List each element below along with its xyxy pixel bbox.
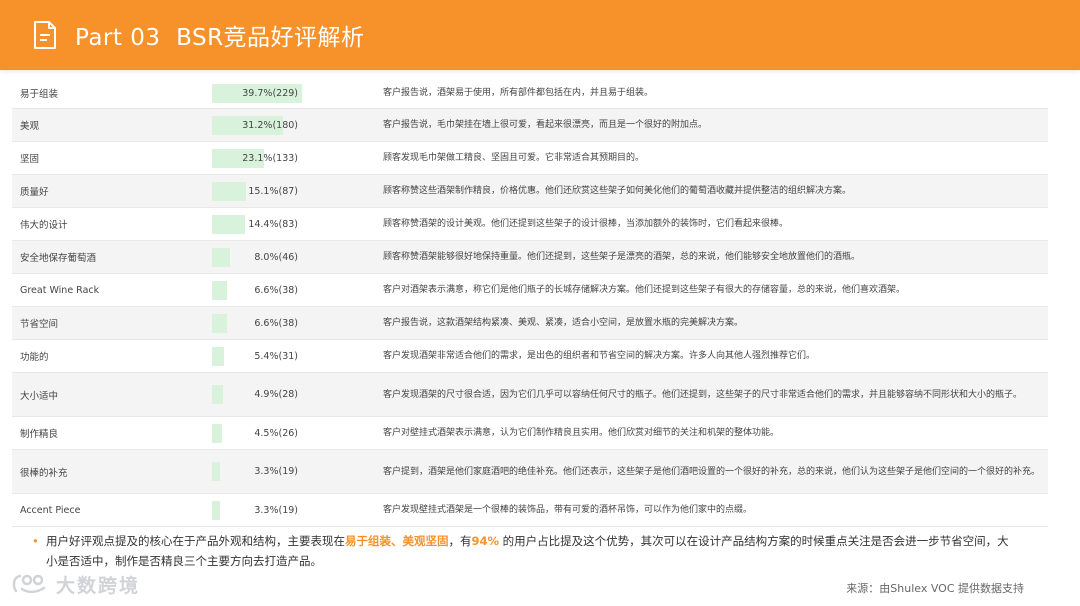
row-description: 客户发现壁挂式酒架是一个很棒的装饰品，带有可爱的酒杯吊饰，可以作为他们家中的点缀… [383, 505, 753, 515]
table-row: 美观 31.2%(180) 客户报告说，毛巾架挂在墙上很可爱，看起来很漂亮，而且是一… [12, 109, 1048, 142]
row-label: 节省空间 [20, 319, 59, 330]
row-label: 易于组装 [20, 89, 59, 100]
table-row: 坚固 23.1%(133) 顾客发现毛巾架做工精良、坚固且可爱。它非常适合其预期目的… [12, 142, 1048, 175]
page-title: Part 03 BSR竞品好评解析 [75, 25, 365, 51]
row-label: 大小适中 [20, 390, 59, 402]
table-row: 质量好 15.1%(87) 顾客称赞这些酒架制作精良，价格优惠。他们还欣赏这些架子如… [12, 175, 1048, 208]
row-description: 客户报告说，毛巾架挂在墙上很可爱，看起来很漂亮，而且是一个很好的附加点。 [383, 120, 708, 130]
header-bar: Part 03 BSR竞品好评解析 [0, 0, 1080, 70]
row-percent: 4.5%(26) [254, 427, 298, 439]
row-description: 客户报告说，酒架易于使用，所有部件都包括在内，并且易于组装。 [383, 88, 654, 98]
row-percent: 23.1%(133) [242, 152, 298, 164]
summary-text: 用户好评观点提及的核心在于产品外观和结构，主要表现在易于组装、美观坚固，有94%… [28, 531, 1018, 571]
table-row: 节省空间 6.6%(38) 客户报告说，这款酒架结构紧凑、美观、紧凑，适合小空间，是… [12, 307, 1048, 340]
row-label: 伟大的设计 [20, 220, 68, 231]
review-table: 易于组装 39.7%(229) 客户报告说，酒架易于使用，所有部件都包括在内，并且易… [12, 78, 1048, 527]
row-label: 安全地保存葡萄酒 [20, 253, 97, 264]
row-percent: 15.1%(87) [248, 185, 298, 197]
table-row: 功能的 5.4%(31) 客户发现酒架非常适合他们的需求，是出色的组织者和节省空间的… [12, 340, 1048, 373]
table-row: 安全地保存葡萄酒 8.0%(46) 顾客称赞酒架能够很好地保持重量。他们还提到，这些… [12, 241, 1048, 274]
brand-logo-text: 大数跨境 [56, 574, 141, 597]
row-percent: 4.9%(28) [254, 389, 298, 400]
row-percent: 39.7%(229) [242, 87, 298, 99]
table-row: 很棒的补充 3.3%(19) 客户提到，酒架是他们家庭酒吧的绝佳补充。他们还表示，这… [12, 450, 1048, 494]
summary-highlight-percent: 94% [471, 534, 500, 548]
summary-part2: ，有 [448, 534, 472, 548]
row-description: 客户对壁挂式酒架表示满意，认为它们制作精良且实用。他们欣赏对细节的关注和机架的整… [383, 428, 780, 438]
summary-note: • 用户好评观点提及的核心在于产品外观和结构，主要表现在易于组装、美观坚固，有9… [28, 531, 1018, 571]
row-percent: 14.4%(83) [248, 218, 298, 230]
row-description: 客户提到，酒架是他们家庭酒吧的绝佳补充。他们还表示，这些架子是他们酒吧设置的一个… [383, 466, 1041, 477]
brand-logo-icon [12, 574, 46, 594]
row-percent: 8.0%(46) [254, 251, 298, 263]
row-description: 客户发现酒架的尺寸很合适，因为它们几乎可以容纳任何尺寸的瓶子。他们还提到，这些架… [383, 389, 1023, 400]
summary-part1: 用户好评观点提及的核心在于产品外观和结构，主要表现在 [46, 534, 345, 548]
row-label: 质量好 [20, 187, 49, 198]
row-percent: 31.2%(180) [242, 119, 298, 131]
row-description: 客户发现酒架非常适合他们的需求，是出色的组织者和节省空间的解决方案。许多人向其他… [383, 351, 816, 361]
row-percent: 5.4%(31) [254, 350, 298, 362]
row-percent: 6.6%(38) [254, 317, 298, 329]
row-description: 顾客称赞酒架能够很好地保持重量。他们还提到，这些架子是漂亮的酒架，总的来说，他们… [383, 252, 861, 262]
table-row: 大小适中 4.9%(28) 客户发现酒架的尺寸很合适，因为它们几乎可以容纳任何尺寸的… [12, 373, 1048, 417]
row-description: 顾客称赞这些酒架制作精良，价格优惠。他们还欣赏这些架子如何美化他们的葡萄酒收藏并… [383, 186, 852, 196]
row-description: 顾客发现毛巾架做工精良、坚固且可爱。它非常适合其预期目的。 [383, 153, 645, 163]
table-row: Great Wine Rack 6.6%(38) 客户对酒架表示满意，称它们是他们瓶… [12, 274, 1048, 307]
document-icon [34, 21, 56, 49]
source-note: 来源：由Shulex VOC 提供数据支持 [846, 582, 1024, 595]
row-label: 很棒的补充 [20, 467, 68, 479]
row-percent: 3.3%(19) [254, 504, 298, 516]
row-percent: 6.6%(38) [254, 284, 298, 296]
row-description: 客户对酒架表示满意，称它们是他们瓶子的长城存储解决方案。他们还提到这些架子有很大… [383, 285, 906, 295]
table-row: 易于组装 39.7%(229) 客户报告说，酒架易于使用，所有部件都包括在内，并且易… [12, 78, 1048, 109]
table-row: 制作精良 4.5%(26) 客户对壁挂式酒架表示满意，认为它们制作精良且实用。他们欣… [12, 417, 1048, 450]
row-label: 制作精良 [20, 429, 59, 440]
row-description: 顾客称赞酒架的设计美观。他们还提到这些架子的设计很棒，当添加额外的装饰时，它们看… [383, 219, 789, 229]
row-label: 美观 [20, 121, 40, 132]
brand-logo: 大数跨境 [10, 570, 140, 598]
row-label: Great Wine Rack [20, 284, 100, 296]
summary-highlight-features: 易于组装、美观坚固 [345, 534, 449, 548]
row-label: 坚固 [20, 154, 40, 165]
row-percent: 3.3%(19) [254, 466, 298, 477]
table-row: Accent Piece 3.3%(19) 客户发现壁挂式酒架是一个很棒的装饰品，带… [12, 494, 1048, 527]
row-label: Accent Piece [20, 504, 81, 516]
table-row: 伟大的设计 14.4%(83) 顾客称赞酒架的设计美观。他们还提到这些架子的设计很棒… [12, 208, 1048, 241]
row-description: 客户报告说，这款酒架结构紧凑、美观、紧凑，适合小空间，是放置水瓶的完美解决方案。 [383, 318, 744, 328]
row-label: 功能的 [20, 352, 49, 363]
bullet-icon: • [32, 534, 39, 548]
